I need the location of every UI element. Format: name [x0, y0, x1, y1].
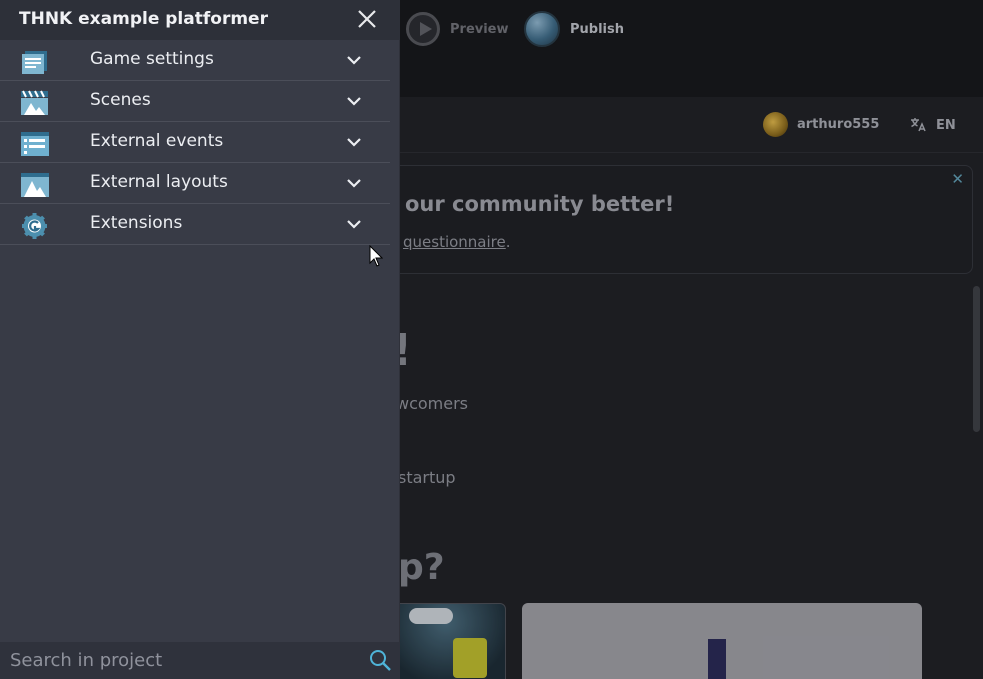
external-layouts-icon	[20, 172, 49, 198]
menu-item-label: Extensions	[90, 213, 183, 233]
menu-item-label: Scenes	[90, 90, 151, 110]
close-drawer-button[interactable]	[354, 6, 380, 32]
project-search-bar	[0, 642, 400, 679]
chevron-down-icon[interactable]	[344, 50, 364, 70]
menu-item-label: Game settings	[90, 49, 214, 69]
drawer-header: THNK example platformer	[0, 0, 400, 40]
scenes-icon	[20, 90, 49, 116]
extensions-icon	[20, 213, 49, 239]
project-title: THNK example platformer	[19, 9, 268, 29]
search-icon[interactable]	[368, 648, 392, 672]
menu-item-scenes[interactable]: Scenes	[0, 81, 390, 122]
chevron-down-icon[interactable]	[344, 132, 364, 152]
menu-item-external-events[interactable]: External events	[0, 122, 390, 163]
menu-item-label: External layouts	[90, 172, 228, 192]
search-input[interactable]	[0, 642, 360, 679]
project-menu: Game settings Scenes External events Ext…	[0, 40, 390, 245]
chevron-down-icon[interactable]	[344, 214, 364, 234]
app-window: Preview Publish arthuro555 EN our commun…	[0, 0, 983, 679]
close-icon	[358, 10, 376, 28]
game-settings-icon	[20, 49, 49, 75]
mouse-cursor-icon	[369, 245, 383, 267]
chevron-down-icon[interactable]	[344, 91, 364, 111]
menu-item-extensions[interactable]: Extensions	[0, 204, 390, 245]
external-events-icon	[20, 131, 49, 157]
menu-item-game-settings[interactable]: Game settings	[0, 40, 390, 81]
menu-item-external-layouts[interactable]: External layouts	[0, 163, 390, 204]
menu-item-label: External events	[90, 131, 224, 151]
chevron-down-icon[interactable]	[344, 173, 364, 193]
project-manager-drawer: THNK example platformer Game settings Sc…	[0, 0, 400, 679]
